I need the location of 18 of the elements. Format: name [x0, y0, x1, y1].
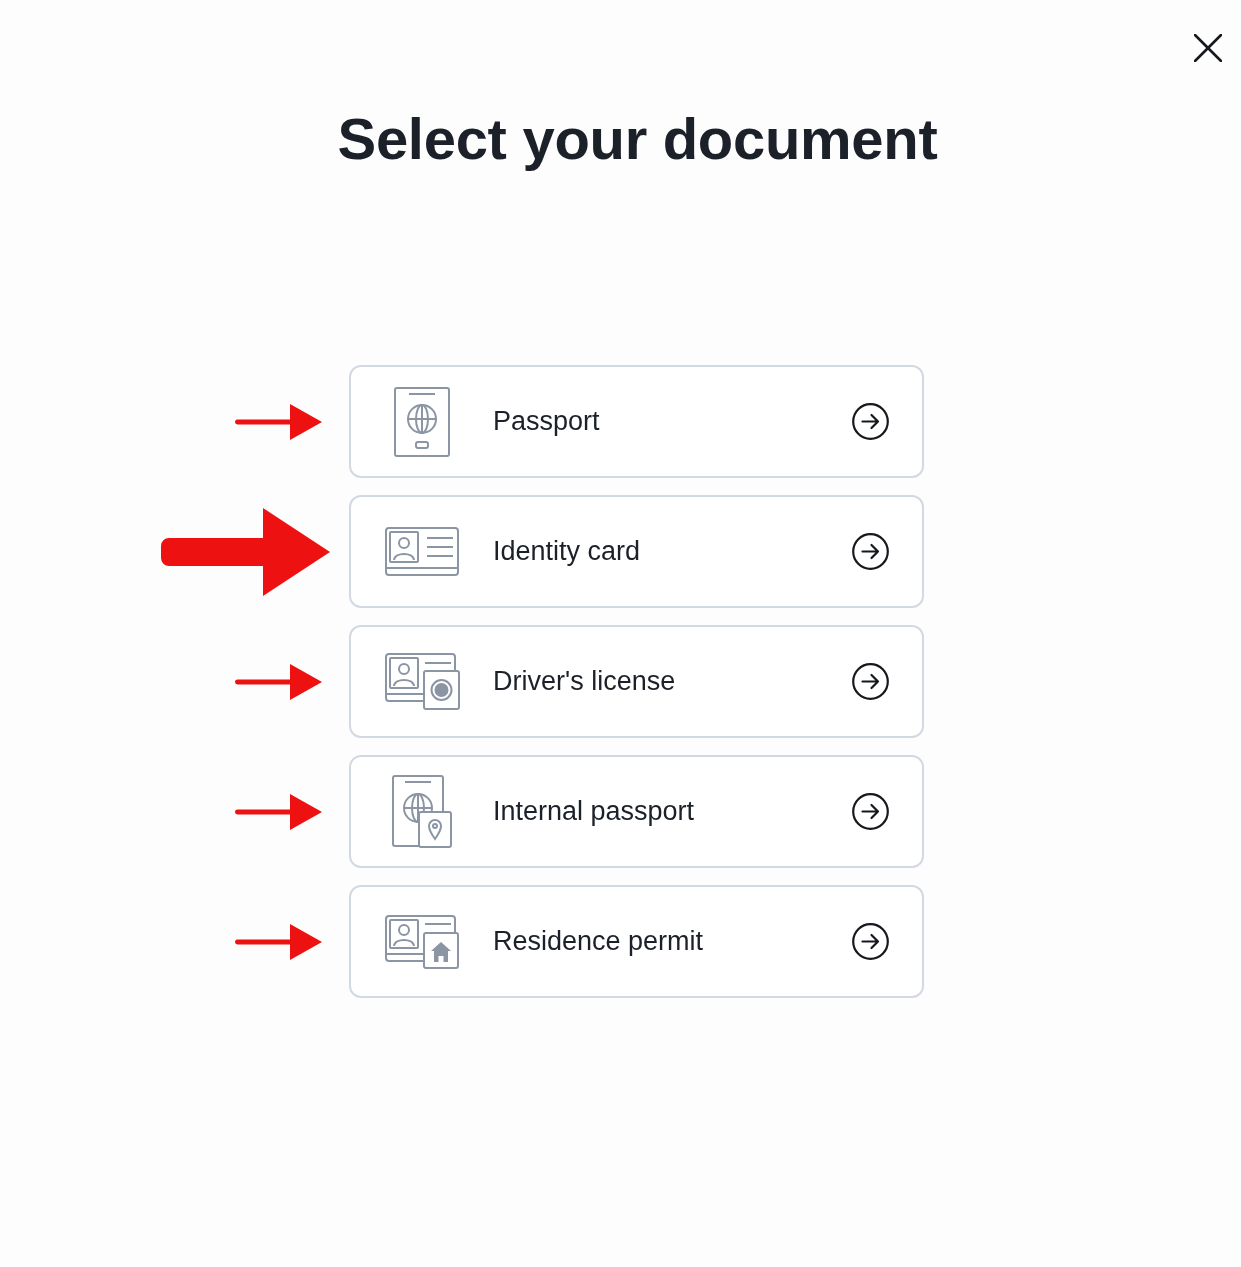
dialog-title: Select your document: [336, 105, 939, 173]
arrow-circle-icon: [852, 533, 889, 570]
arrow-circle-icon: [852, 923, 889, 960]
arrow-circle-icon: [852, 793, 889, 830]
passport-icon: [394, 386, 450, 457]
passport-with-pin-icon: [392, 775, 452, 848]
id-card-with-house-icon: [385, 914, 459, 969]
document-option[interactable]: Driver's license: [349, 625, 924, 738]
close-button[interactable]: [1194, 34, 1222, 62]
document-option[interactable]: Identity card: [349, 495, 924, 608]
document-option[interactable]: Residence permit: [349, 885, 924, 998]
arrow-circle-icon: [852, 403, 889, 440]
id-card-with-seal-icon: [384, 653, 460, 710]
arrow-circle-icon: [852, 663, 889, 700]
document-option[interactable]: Passport: [349, 365, 924, 478]
id-card-icon: [385, 527, 459, 576]
close-icon: [1194, 34, 1222, 62]
document-option[interactable]: Internal passport: [349, 755, 924, 868]
